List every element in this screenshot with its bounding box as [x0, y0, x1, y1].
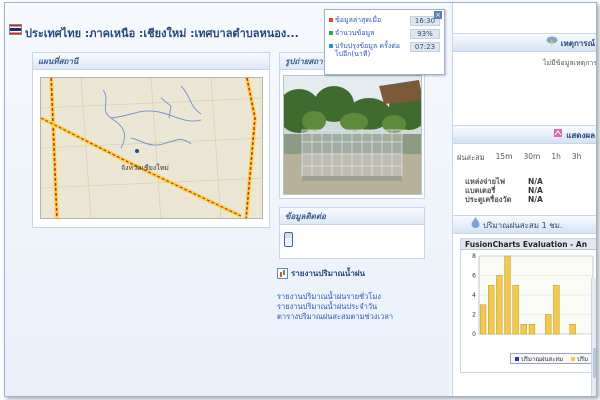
map-place-label: จังหวัดเชียงใหม่ [121, 164, 169, 172]
status-power: แหล่งจ่ายไฟ N/A [465, 177, 543, 186]
chart-bar[interactable] [512, 285, 519, 335]
y-tick-label: 4 [472, 292, 476, 299]
popup-row-data-count: จำนวนข้อมูล 93% [329, 29, 440, 39]
rain-report-links: รายงานปริมาณน้ำฝนรายชั่วโมง รายงานปริมาณ… [277, 292, 437, 322]
chart-bar[interactable] [520, 324, 527, 335]
map-panel-title: แผนที่สถานี [33, 53, 269, 70]
status-icon [553, 126, 563, 145]
station-photo[interactable] [283, 75, 422, 195]
breadcrumb-title: ประเทศไทย :ภาคเหนือ :เชียงใหม่ :เทศบาลตำ… [25, 27, 299, 40]
chart-legend: ปริมาณฝนสะสม ปริม [510, 353, 596, 364]
chart-bar[interactable] [479, 304, 487, 335]
duration-3h[interactable]: 3h [572, 152, 582, 164]
chart-bar[interactable] [496, 275, 503, 335]
duration-row: ฝนสะสม 15m 30m 1h 3h [457, 152, 581, 164]
next-refresh-value: 07:23 [410, 42, 440, 52]
status-door: ประตูเครื่องวัด N/A [465, 195, 543, 204]
contact-panel: ข้อมูลติดต่อ [279, 207, 425, 259]
device-status: แหล่งจ่ายไฟ N/A แบตเตอรี่ N/A ประตูเครื่อง… [465, 177, 543, 204]
bullet-icon [329, 44, 333, 48]
rain-bar-chart: 0 2 4 6 8 [472, 253, 594, 338]
phone-icon [284, 232, 293, 247]
duration-label: ฝนสะสม [457, 153, 485, 162]
y-tick-label: 2 [472, 312, 476, 319]
y-tick-label: 0 [472, 331, 476, 338]
station-photo-graphic [284, 76, 421, 194]
update-status-popup: × ข้อมูลล่าสุดเมื่อ 16:30 จำนวนข้อมูล 93… [324, 9, 445, 75]
bullet-icon [329, 31, 333, 35]
thai-flag-icon [9, 24, 22, 35]
status-header: แสดงผล [453, 125, 596, 145]
chart-bar[interactable] [545, 314, 552, 335]
daily-rain-report-link[interactable]: รายงานปริมาณน้ำฝนประจำวัน [277, 302, 437, 312]
chart-bar[interactable] [488, 285, 495, 335]
hourly-rain-report-link[interactable]: รายงานปริมาณน้ำฝนรายชั่วโมง [277, 292, 437, 302]
chart-bar[interactable] [504, 255, 511, 335]
y-tick-label: 6 [472, 273, 476, 280]
last-update-label: ข้อมูลล่าสุดเมื่อ [335, 16, 382, 24]
left-pane: ประเทศไทย :ภาคเหนือ :เชียงใหม่ :เทศบาลตำ… [5, 3, 449, 396]
map-graphic [41, 78, 262, 218]
right-pane: เหตุการณ์ ไม่มีข้อมูลเหตุการณ์ แสดงผล ฝน… [452, 3, 597, 396]
raindrop-icon [471, 216, 480, 235]
vertical-scrollbar[interactable] [591, 278, 596, 396]
duration-1h[interactable]: 1h [551, 152, 561, 164]
rain-accum-title: ปริมาณฝนสะสม 1 ชม. [483, 221, 563, 230]
events-header: เหตุการณ์ [453, 33, 596, 53]
lightning-icon [546, 34, 558, 53]
chart-bar[interactable] [553, 285, 560, 335]
duration-15m[interactable]: 15m [496, 152, 513, 164]
data-count-label: จำนวนข้อมูล [335, 29, 375, 37]
next-refresh-label: ปรับปรุงข้อมูล ครั้งต่อไปอีก(นาที) [335, 42, 400, 58]
close-icon[interactable]: × [434, 11, 442, 19]
station-map[interactable]: จังหวัดเชียงใหม่ [40, 77, 263, 219]
data-count-value: 93% [410, 29, 440, 39]
events-title: เหตุการณ์ [560, 39, 595, 48]
legend-item-amount: ปริม [571, 354, 588, 364]
browser-frame: ประเทศไทย :ภาคเหนือ :เชียงใหม่ :เทศบาลตำ… [4, 2, 597, 397]
rain-report-header: รายงานปริมาณน้ำฝน [277, 267, 437, 280]
chart-title: FusionCharts Evaluation - An [461, 239, 596, 250]
rain-accum-header: ปริมาณฝนสะสม 1 ชม. [453, 215, 596, 235]
duration-30m[interactable]: 30m [524, 152, 541, 164]
popup-row-next-refresh: ปรับปรุงข้อมูล ครั้งต่อไปอีก(นาที) 07:23 [329, 42, 440, 58]
contact-body [280, 225, 424, 254]
rain-report-title: รายงานปริมาณน้ำฝน [291, 269, 366, 278]
report-chart-icon [277, 268, 288, 279]
y-tick-label: 8 [472, 253, 476, 260]
chart-bar[interactable] [528, 324, 536, 335]
popup-row-last-update: ข้อมูลล่าสุดเมื่อ 16:30 [329, 16, 440, 26]
scrollbar-thumb[interactable] [593, 348, 596, 378]
bullet-icon [329, 18, 333, 22]
no-events-text: ไม่มีข้อมูลเหตุการณ์ [543, 59, 597, 67]
rain-report-section: รายงานปริมาณน้ำฝน รายงานปริมาณน้ำฝนรายชั… [277, 267, 437, 322]
legend-item-accum: ปริมาณฝนสะสม [515, 354, 563, 364]
status-battery: แบตเตอรี่ N/A [465, 186, 543, 195]
contact-panel-title: ข้อมูลติดต่อ [280, 208, 424, 225]
chart-bar[interactable] [569, 324, 576, 335]
rain-chart: FusionCharts Evaluation - An 0 2 4 6 8 ปริมา… [460, 238, 596, 373]
map-panel: แผนที่สถานี จังหวัดเชียงใหม่ [32, 52, 270, 228]
accumulated-rain-table-link[interactable]: ตารางปริมาณฝนสะสมตามช่วงเวลา [277, 312, 437, 322]
status-title: แสดงผล [566, 131, 595, 140]
